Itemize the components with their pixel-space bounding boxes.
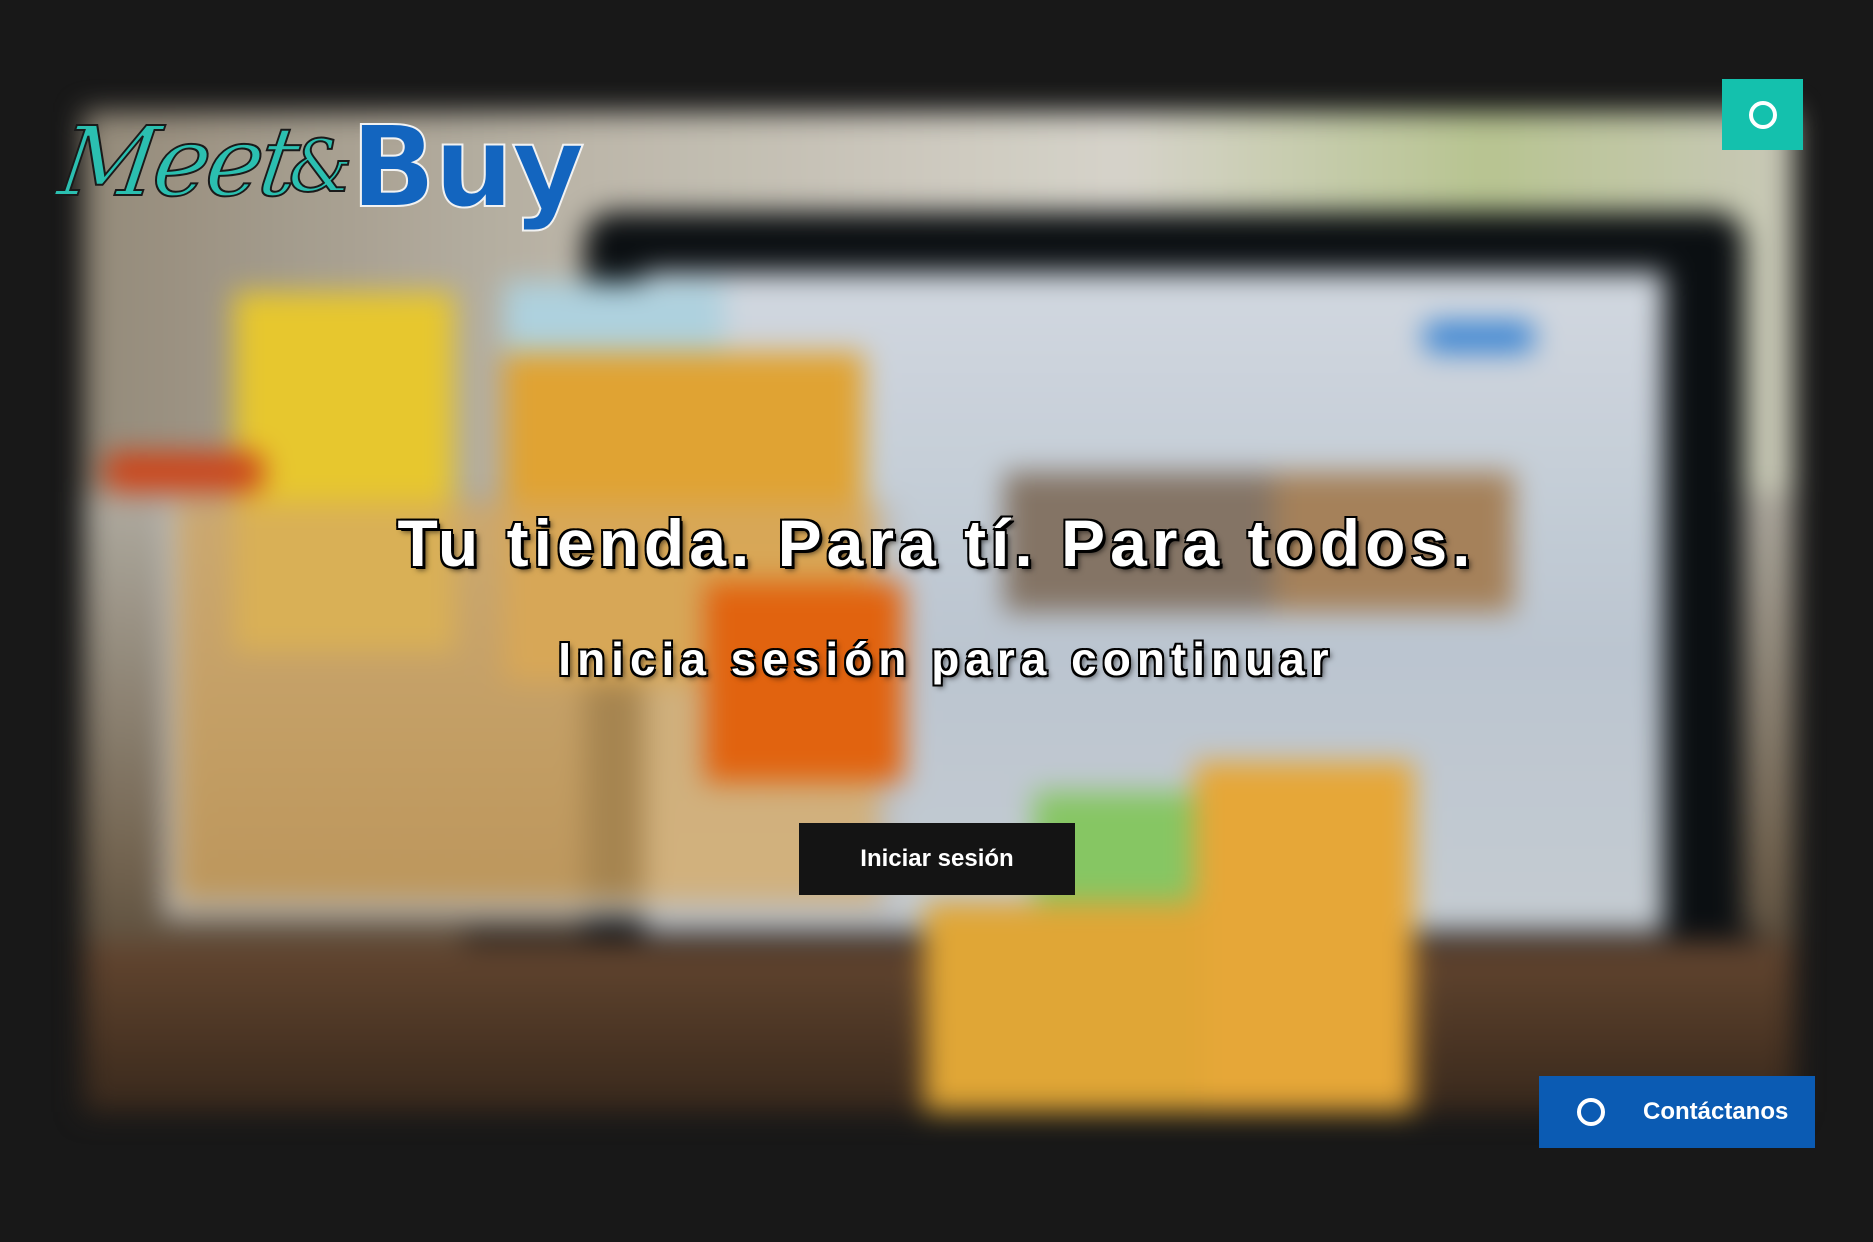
meet-and-buy-logo[interactable]: Meet & Buy <box>51 70 620 225</box>
login-button[interactable]: Iniciar sesión <box>799 823 1075 895</box>
hero-subheadline: Inicia sesión para continuar <box>558 633 1335 685</box>
logo-ampersand: & <box>287 124 353 208</box>
hero-headline: Tu tienda. Para tí. Para todos. <box>397 506 1476 580</box>
contact-button-label: Contáctanos <box>1643 1098 1789 1125</box>
landing-page: Meet & Buy Tu tienda. Para tí. Para todo… <box>0 0 1873 1242</box>
contact-button[interactable]: Contáctanos <box>1539 1076 1815 1148</box>
circle-icon <box>1748 100 1777 129</box>
hero-background-image <box>84 112 1794 1112</box>
logo-buy-text: Buy <box>350 103 586 233</box>
logo-meet-text: Meet <box>51 105 303 219</box>
circle-icon <box>1577 1098 1605 1126</box>
menu-button[interactable] <box>1722 79 1803 150</box>
